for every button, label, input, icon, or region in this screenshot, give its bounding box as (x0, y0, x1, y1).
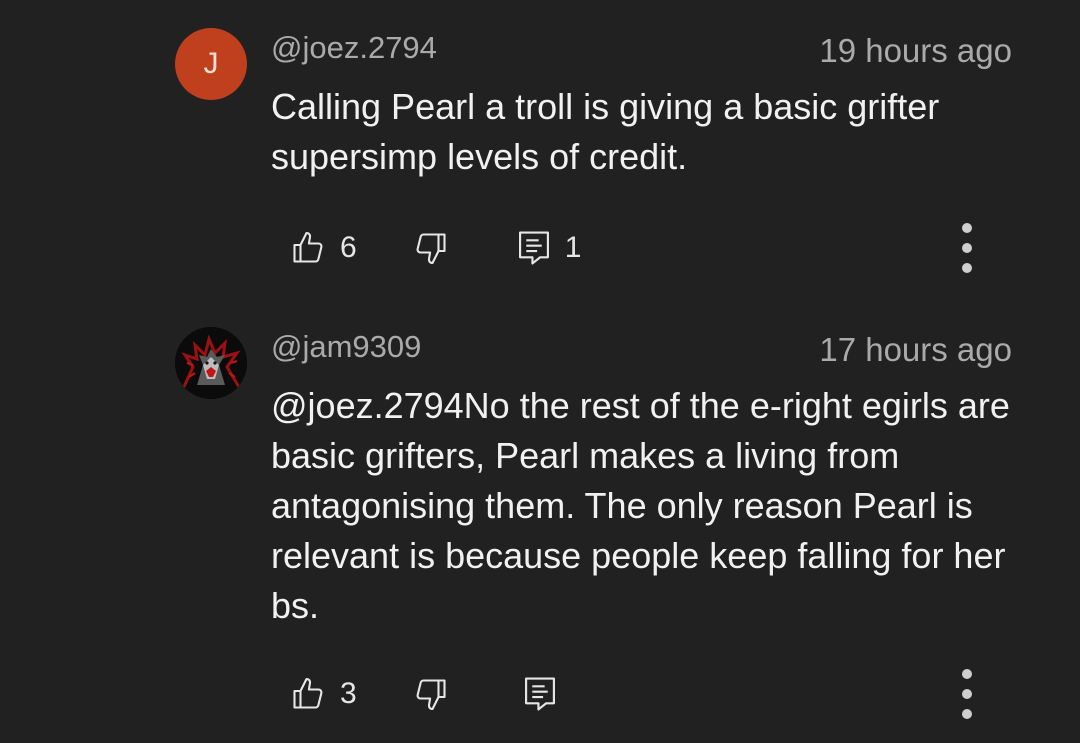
comment-timestamp: 19 hours ago (819, 32, 1012, 69)
comment-reply-icon (517, 229, 551, 267)
comment-reply-icon (523, 675, 557, 713)
thumbs-up-icon (290, 230, 326, 266)
comment-timestamp: 17 hours ago (819, 331, 1012, 368)
like-count: 6 (340, 231, 357, 264)
comment-item: J @joez.2794 19 hours ago Calling Pearl … (0, 0, 1080, 300)
thumbs-down-icon (413, 676, 449, 712)
vertical-dots-icon (962, 223, 972, 233)
dislike-button[interactable] (413, 230, 449, 266)
more-options-button[interactable] (956, 223, 978, 273)
avatar-letter: J (203, 47, 219, 80)
comment-text: @joez.2794No the rest of the e-right egi… (271, 385, 1010, 626)
comment-actions: 3 (290, 672, 571, 716)
vertical-dots-icon (962, 669, 972, 679)
like-button[interactable]: 6 (290, 230, 357, 266)
comment-item: @jam9309 17 hours ago @joez.2794No the r… (0, 300, 1080, 743)
wolf-avatar-icon (175, 327, 247, 399)
comment-text: Calling Pearl a troll is giving a basic … (271, 86, 940, 177)
like-count: 3 (340, 677, 357, 710)
more-options-button[interactable] (956, 669, 978, 719)
thumbs-down-icon (413, 230, 449, 266)
reply-button[interactable] (523, 675, 571, 713)
comment-actions: 6 1 (290, 226, 581, 270)
comment-author-handle[interactable]: @joez.2794 (271, 32, 437, 63)
avatar[interactable]: J (175, 28, 247, 100)
thumbs-up-icon (290, 676, 326, 712)
dislike-button[interactable] (413, 676, 449, 712)
avatar[interactable] (175, 327, 247, 399)
like-button[interactable]: 3 (290, 676, 357, 712)
comment-author-handle[interactable]: @jam9309 (271, 331, 421, 362)
reply-count: 1 (564, 231, 582, 264)
reply-button[interactable]: 1 (517, 229, 582, 267)
